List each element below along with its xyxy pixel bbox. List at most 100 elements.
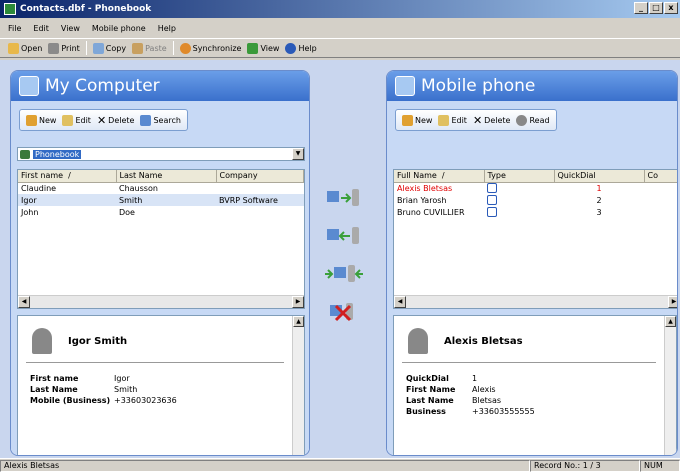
scroll-right-icon[interactable]: ▶ xyxy=(292,296,304,308)
delete-icon: ✕ xyxy=(96,113,107,127)
synchronize-button[interactable]: Synchronize xyxy=(179,42,241,54)
panel-header: My Computer xyxy=(11,71,309,101)
computer-to-phone-icon xyxy=(327,189,359,206)
view-button[interactable]: View xyxy=(247,42,279,54)
delete-button[interactable]: ✕ Delete xyxy=(473,114,511,127)
avatar xyxy=(408,328,428,354)
action-bar: New Edit ✕ Delete Search xyxy=(19,109,188,131)
edit-button[interactable]: Edit xyxy=(438,114,467,126)
delete-sync-icon xyxy=(330,303,353,322)
table-row[interactable]: Brian Yarosh 2 xyxy=(394,194,677,207)
phone-type-icon xyxy=(487,182,497,193)
app-icon xyxy=(4,3,16,15)
status-text: Alexis Bletsas xyxy=(0,459,530,472)
avatar xyxy=(32,328,52,354)
read-button[interactable]: Read xyxy=(516,114,550,126)
phone-contacts-table: Full Name / Type QuickDial Co Alexis Ble… xyxy=(393,169,677,309)
open-button[interactable]: Open xyxy=(8,42,42,54)
print-button[interactable]: Print xyxy=(48,42,80,54)
table-row[interactable]: Igor Smith BVRP Software xyxy=(18,194,304,206)
edit-icon xyxy=(438,114,450,126)
mobile-phone-panel: Mobile phone New Edit ✕ Delete Read Full … xyxy=(386,70,678,456)
synchronize-both-button[interactable] xyxy=(324,261,364,287)
divider xyxy=(26,362,284,363)
num-lock-indicator: NUM xyxy=(640,459,680,472)
menu-edit[interactable]: Edit xyxy=(33,24,49,33)
panel-title: Mobile phone xyxy=(421,76,536,96)
menu-mobile-phone[interactable]: Mobile phone xyxy=(92,24,146,33)
new-button[interactable]: New xyxy=(402,114,432,126)
column-header[interactable]: Co xyxy=(644,170,677,183)
sync-both-icon xyxy=(325,265,363,282)
contact-name: Igor Smith xyxy=(68,336,128,347)
scroll-right-icon[interactable]: ▶ xyxy=(668,296,677,308)
help-icon xyxy=(285,42,297,54)
title-bar: Contacts.dbf - Phonebook _ □ x xyxy=(0,0,680,18)
contact-name: Alexis Bletsas xyxy=(444,336,523,347)
scroll-up-icon[interactable]: ▲ xyxy=(665,316,676,327)
column-header[interactable]: First name / xyxy=(18,170,117,183)
book-icon xyxy=(20,149,30,159)
scroll-left-icon[interactable]: ◀ xyxy=(18,296,30,308)
main-area: My Computer New Edit ✕ Delete Search Phon… xyxy=(0,60,680,458)
delete-all-button[interactable] xyxy=(324,299,364,325)
chevron-down-icon[interactable]: ▼ xyxy=(292,148,304,160)
status-bar: Alexis Bletsas Record No.: 1 / 3 NUM xyxy=(0,458,680,472)
copy-icon xyxy=(92,42,104,54)
phone-icon xyxy=(395,76,415,96)
minimize-button[interactable]: _ xyxy=(634,2,648,14)
horizontal-scrollbar[interactable]: ◀ ▶ xyxy=(18,295,304,308)
menu-help[interactable]: Help xyxy=(158,24,176,33)
copy-to-computer-button[interactable] xyxy=(324,223,364,249)
table-row[interactable]: Claudine Chausson xyxy=(18,182,304,194)
vertical-scrollbar[interactable]: ▲ ▼ xyxy=(664,316,676,455)
copy-button[interactable]: Copy xyxy=(92,42,126,54)
panel-body: New Edit ✕ Delete Search Phonebook ▼ Firs… xyxy=(11,101,309,455)
edit-button[interactable]: Edit xyxy=(62,114,91,126)
phone-type-icon xyxy=(487,194,497,205)
toolbar: Open Print Copy Paste Synchronize View H… xyxy=(0,38,680,58)
copy-to-phone-button[interactable] xyxy=(324,185,364,211)
window-title: Contacts.dbf - Phonebook xyxy=(20,4,152,14)
table-row[interactable]: John Doe xyxy=(18,206,304,218)
search-button[interactable]: Search xyxy=(140,114,181,126)
close-button[interactable]: x xyxy=(664,2,678,14)
vertical-scrollbar[interactable]: ▲ ▼ xyxy=(292,316,304,455)
column-header[interactable]: QuickDial xyxy=(554,170,645,183)
menu-view[interactable]: View xyxy=(61,24,80,33)
phone-to-computer-icon xyxy=(327,227,359,244)
read-icon xyxy=(516,114,528,126)
sync-icon xyxy=(179,42,191,54)
scroll-up-icon[interactable]: ▲ xyxy=(293,316,304,327)
phone-type-icon xyxy=(487,206,497,217)
column-header[interactable]: Last Name xyxy=(116,170,217,183)
new-button[interactable]: New xyxy=(26,114,56,126)
panel-header: Mobile phone xyxy=(387,71,677,101)
column-header[interactable]: Company xyxy=(216,170,304,183)
delete-icon: ✕ xyxy=(472,113,483,127)
panel-body: New Edit ✕ Delete Read Full Name / Type Q… xyxy=(387,101,677,455)
paste-button[interactable]: Paste xyxy=(132,42,167,54)
column-header[interactable]: Full Name / xyxy=(394,170,485,183)
action-bar: New Edit ✕ Delete Read xyxy=(395,109,557,131)
delete-button[interactable]: ✕ Delete xyxy=(97,114,135,127)
column-header[interactable]: Type xyxy=(484,170,555,183)
maximize-button[interactable]: □ xyxy=(649,2,663,14)
computer-icon xyxy=(19,76,39,96)
contact-detail-card: Igor Smith First name Igor Last Name Smith… xyxy=(17,315,305,455)
table-row[interactable]: Alexis Bletsas 1 xyxy=(394,182,677,195)
toolbar-separator xyxy=(172,41,174,55)
sync-controls xyxy=(316,185,372,325)
table-row[interactable]: Bruno CUVILLIER 3 xyxy=(394,206,677,219)
toolbar-separator xyxy=(85,41,87,55)
horizontal-scrollbar[interactable]: ◀ ▶ xyxy=(394,295,677,308)
view-icon xyxy=(247,42,259,54)
search-icon xyxy=(140,114,152,126)
phonebook-select[interactable]: Phonebook ▼ xyxy=(17,147,305,161)
menu-file[interactable]: File xyxy=(8,24,21,33)
scroll-left-icon[interactable]: ◀ xyxy=(394,296,406,308)
contact-detail-card: Alexis Bletsas QuickDial 1 First Name Alex… xyxy=(393,315,677,455)
menu-bar: File Edit View Mobile phone Help xyxy=(0,20,680,36)
window-controls: _ □ x xyxy=(634,2,678,14)
help-button[interactable]: Help xyxy=(285,42,317,54)
